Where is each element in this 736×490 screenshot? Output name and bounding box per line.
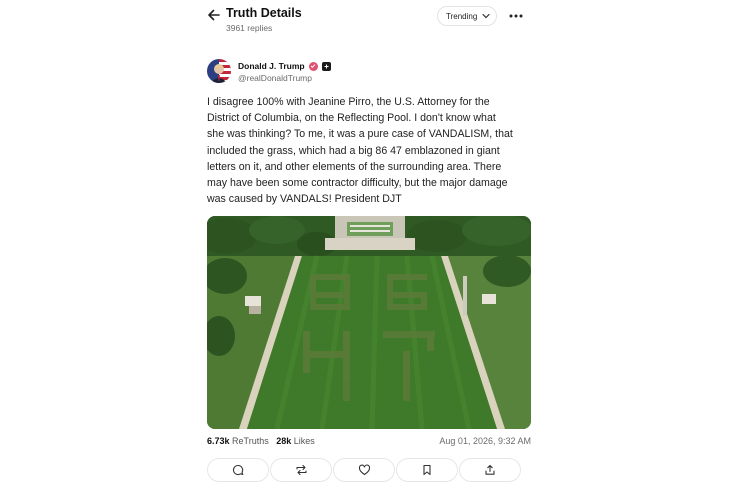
retruths-label[interactable]: ReTruths [232,436,269,446]
author-handle[interactable]: @realDonaldTrump [238,73,312,83]
sort-label: Trending [446,11,478,21]
aerial-lawn-photo [207,216,531,429]
page-title: Truth Details [226,6,302,20]
reply-icon [232,464,244,476]
post-image[interactable] [207,216,531,429]
bookmark-button[interactable] [396,458,458,482]
post-line: District of Columbia, on the Reflecting … [207,112,496,125]
reply-button[interactable] [207,458,269,482]
share-button[interactable] [459,458,521,482]
avatar[interactable] [207,59,231,83]
header: Truth Details 3961 replies Trending [200,0,540,40]
chevron-down-icon [482,13,490,19]
reply-count: 3961 replies [226,23,273,33]
sort-dropdown[interactable]: Trending [437,6,497,26]
author-name-row[interactable]: Donald J. Trump [238,61,331,71]
verified-badge-icon [308,61,318,71]
post-line: may have been some contractor difficulty… [207,177,508,190]
share-icon [485,464,495,475]
retruth-icon [295,464,307,476]
back-arrow-icon[interactable] [206,7,222,23]
author-name: Donald J. Trump [238,61,305,71]
post-line: I disagree 100% with Jeanine Pirro, the … [207,96,490,108]
likes-label[interactable]: Likes [294,436,315,446]
post-line: included the grass, which had a big 86 4… [207,144,500,157]
bookmark-icon [423,464,431,476]
post-text: I disagree 100% with Jeanine Pirro, the … [207,94,533,207]
retruth-button[interactable] [270,458,332,482]
post-timestamp: Aug 01, 2026, 9:32 AM [439,436,531,446]
post-detail-column: Truth Details 3961 replies Trending Dona… [200,0,540,490]
post-line: she was thinking? To me, it was a pure c… [207,128,513,141]
truth-logo-icon [321,61,331,71]
like-icon [358,464,370,476]
engagement-stats: 6.73k ReTruths 28k Likes [207,436,315,446]
more-options-icon[interactable] [508,9,524,23]
like-button[interactable] [333,458,395,482]
post-line: letters on it, and other elements of the… [207,160,502,173]
retruths-count[interactable]: 6.73k [207,436,230,446]
post-line: was caused by VANDALS! President DJT [207,193,402,206]
likes-count[interactable]: 28k [276,436,291,446]
